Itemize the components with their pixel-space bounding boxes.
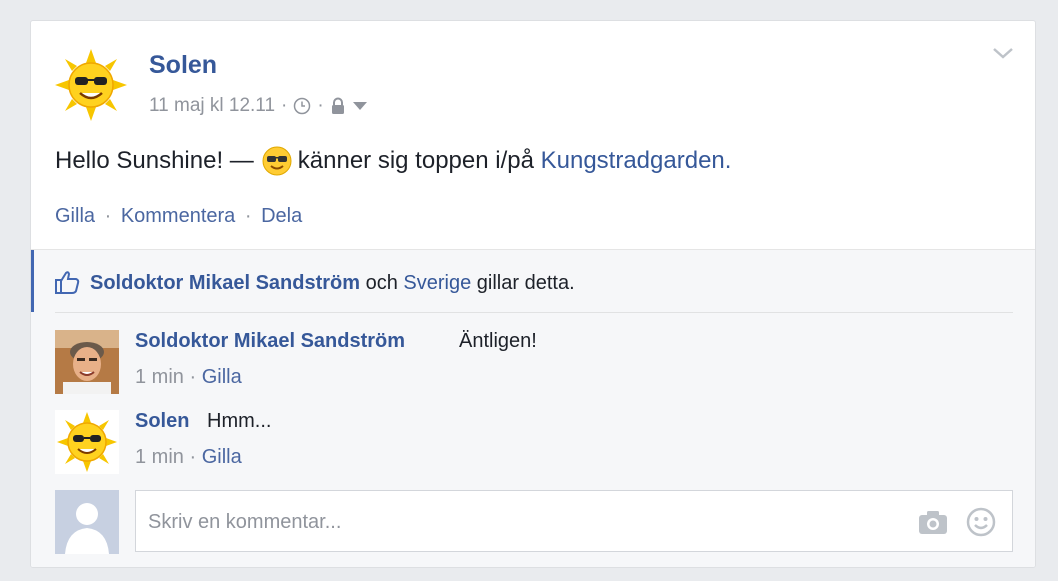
post-actions: Gilla · Kommentera · Dela <box>55 205 302 228</box>
location-prefix: i/på <box>488 147 541 174</box>
likes-and: och <box>360 272 404 294</box>
comment-meta: 1 min · Gilla <box>135 366 242 389</box>
action-separator: · <box>104 205 112 227</box>
like-button[interactable]: Gilla <box>55 205 95 227</box>
sun-avatar-icon[interactable] <box>55 410 119 474</box>
comment-author[interactable]: Solen <box>135 410 189 433</box>
comment-input-box <box>135 490 1013 552</box>
comment-time[interactable]: 1 min <box>135 446 184 468</box>
meta-separator: · <box>317 95 324 116</box>
comment-meta-sep: · <box>189 366 197 388</box>
divider <box>55 312 1013 313</box>
post-author-name[interactable]: Solen <box>149 51 217 80</box>
privacy-dropdown-icon[interactable] <box>352 100 368 112</box>
comment-like-button[interactable]: Gilla <box>202 446 242 468</box>
comment-input[interactable] <box>146 505 890 539</box>
comment-button[interactable]: Kommentera <box>121 205 236 227</box>
location-suffix: . <box>724 147 732 174</box>
liker-link[interactable]: Soldoktor Mikael Sandström <box>90 272 360 294</box>
status-text: Hello Sunshine! — <box>55 147 254 174</box>
smiley-icon[interactable] <box>966 507 996 537</box>
cool-emoji-icon <box>262 146 292 176</box>
comment-meta: 1 min · Gilla <box>135 446 242 469</box>
comment-composer <box>55 490 1013 554</box>
post-status: Hello Sunshine! — känner sig toppen i/på… <box>55 146 731 176</box>
avatar <box>55 490 119 554</box>
action-separator: · <box>244 205 252 227</box>
feeling-text: känner sig toppen <box>297 147 489 174</box>
chevron-down-icon[interactable] <box>991 45 1015 61</box>
liker-link[interactable]: Sverige <box>403 272 471 294</box>
comment-time[interactable]: 1 min <box>135 366 184 388</box>
post-card: Solen 11 maj kl 12.11 · · Hello Sunshine… <box>30 20 1036 568</box>
post-date[interactable]: 11 maj kl 12.11 <box>149 95 275 117</box>
comment-text: Äntligen! <box>459 330 537 352</box>
likes-summary: Soldoktor Mikael Sandström och Sverige g… <box>31 250 1035 312</box>
likes-suffix: gillar detta. <box>471 272 575 294</box>
lock-icon[interactable] <box>330 97 346 115</box>
comment: Solen Hmm... 1 min · Gilla <box>55 410 1013 478</box>
comment-author[interactable]: Soldoktor Mikael Sandström <box>135 330 405 353</box>
meta-separator: · <box>281 95 288 116</box>
post-meta: 11 maj kl 12.11 · · <box>149 95 368 117</box>
thumbs-up-icon <box>55 271 80 294</box>
camera-icon[interactable] <box>918 509 948 535</box>
comment-meta-sep: · <box>189 446 197 468</box>
share-button[interactable]: Dela <box>261 205 302 227</box>
comment-text: Hmm... <box>207 410 272 432</box>
comment-like-button[interactable]: Gilla <box>202 366 242 388</box>
clock-icon <box>294 97 311 115</box>
likes-text: Soldoktor Mikael Sandström och Sverige g… <box>90 272 575 295</box>
sun-avatar-icon[interactable] <box>55 49 127 121</box>
location-link[interactable]: Kungstradgarden <box>541 147 725 175</box>
avatar[interactable] <box>55 330 119 394</box>
comment: Soldoktor Mikael Sandström Äntligen! 1 m… <box>55 330 1013 398</box>
feedback-area: Soldoktor Mikael Sandström och Sverige g… <box>31 249 1035 567</box>
default-user-icon <box>55 490 119 554</box>
